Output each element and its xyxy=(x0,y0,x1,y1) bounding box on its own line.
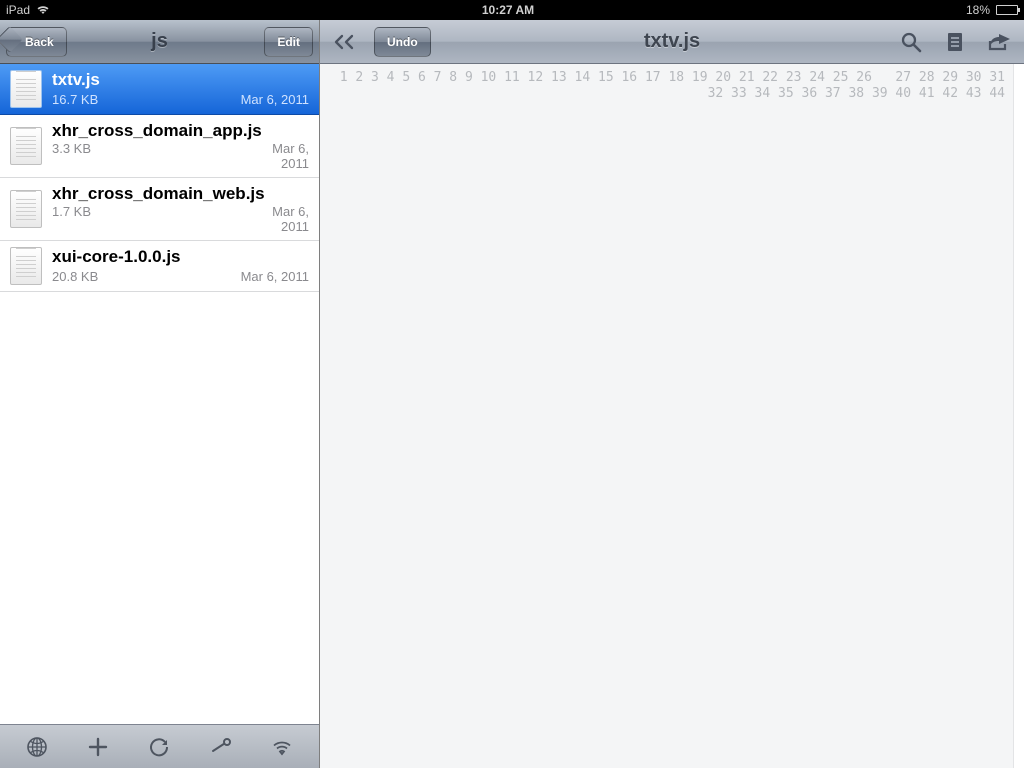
file-size: 1.7 KB xyxy=(52,204,265,234)
file-name: txtv.js xyxy=(52,70,237,92)
wifi-icon xyxy=(36,5,50,15)
share-icon[interactable] xyxy=(984,27,1014,57)
file-icon xyxy=(10,190,42,228)
file-size: 16.7 KB xyxy=(52,92,237,109)
editor-pane: Undo txtv.js 1 2 3 4 5 6 7 8 9 10 11 12 … xyxy=(320,20,1024,768)
battery-icon xyxy=(996,5,1018,15)
file-name: xhr_cross_domain_web.js xyxy=(52,184,265,204)
sidebar-toolbar: Back js Edit xyxy=(0,20,319,64)
file-date: Mar 6, 2011 xyxy=(241,92,309,109)
settings-icon[interactable] xyxy=(203,729,239,765)
file-date: Mar 6, 2011 xyxy=(266,141,309,171)
code-editor[interactable]: 1 2 3 4 5 6 7 8 9 10 11 12 13 14 15 16 1… xyxy=(320,64,1024,768)
search-icon[interactable] xyxy=(896,27,926,57)
edit-button[interactable]: Edit xyxy=(264,27,313,57)
refresh-icon[interactable] xyxy=(141,729,177,765)
file-icon xyxy=(10,247,42,285)
status-time: 10:27 AM xyxy=(482,3,534,17)
file-row[interactable]: xui-core-1.0.0.js20.8 KBMar 6, 2011 xyxy=(0,241,319,292)
file-name: xui-core-1.0.0.js xyxy=(52,247,237,269)
file-sidebar: Back js Edit txtv.js16.7 KBMar 6, 2011xh… xyxy=(0,20,320,768)
file-list[interactable]: txtv.js16.7 KBMar 6, 2011xhr_cross_domai… xyxy=(0,64,319,724)
undo-button[interactable]: Undo xyxy=(374,27,431,57)
code-body[interactable]: // What events to use? touchstart = 'ont… xyxy=(1014,64,1024,768)
document-icon[interactable] xyxy=(940,27,970,57)
nav-back-icon[interactable] xyxy=(330,27,360,57)
file-name: xhr_cross_domain_app.js xyxy=(52,121,262,141)
device-label: iPad xyxy=(6,3,30,17)
file-row[interactable]: xhr_cross_domain_app.js3.3 KBMar 6, 2011 xyxy=(0,115,319,178)
back-button[interactable]: Back xyxy=(6,27,67,57)
line-gutter: 1 2 3 4 5 6 7 8 9 10 11 12 13 14 15 16 1… xyxy=(320,64,1014,768)
sidebar-bottom-toolbar xyxy=(0,724,319,768)
file-size: 3.3 KB xyxy=(52,141,262,171)
file-row[interactable]: xhr_cross_domain_web.js1.7 KBMar 6, 2011 xyxy=(0,178,319,241)
globe-icon[interactable] xyxy=(19,729,55,765)
file-row[interactable]: txtv.js16.7 KBMar 6, 2011 xyxy=(0,64,319,115)
file-date: Mar 6, 2011 xyxy=(241,269,309,286)
file-size: 20.8 KB xyxy=(52,269,237,286)
wifi-sync-icon[interactable] xyxy=(264,729,300,765)
file-icon xyxy=(10,127,42,165)
editor-toolbar: Undo txtv.js xyxy=(320,20,1024,64)
status-bar: iPad 10:27 AM 18% xyxy=(0,0,1024,20)
file-date: Mar 6, 2011 xyxy=(269,204,309,234)
file-icon xyxy=(10,70,42,108)
battery-pct: 18% xyxy=(966,3,990,17)
add-icon[interactable] xyxy=(80,729,116,765)
